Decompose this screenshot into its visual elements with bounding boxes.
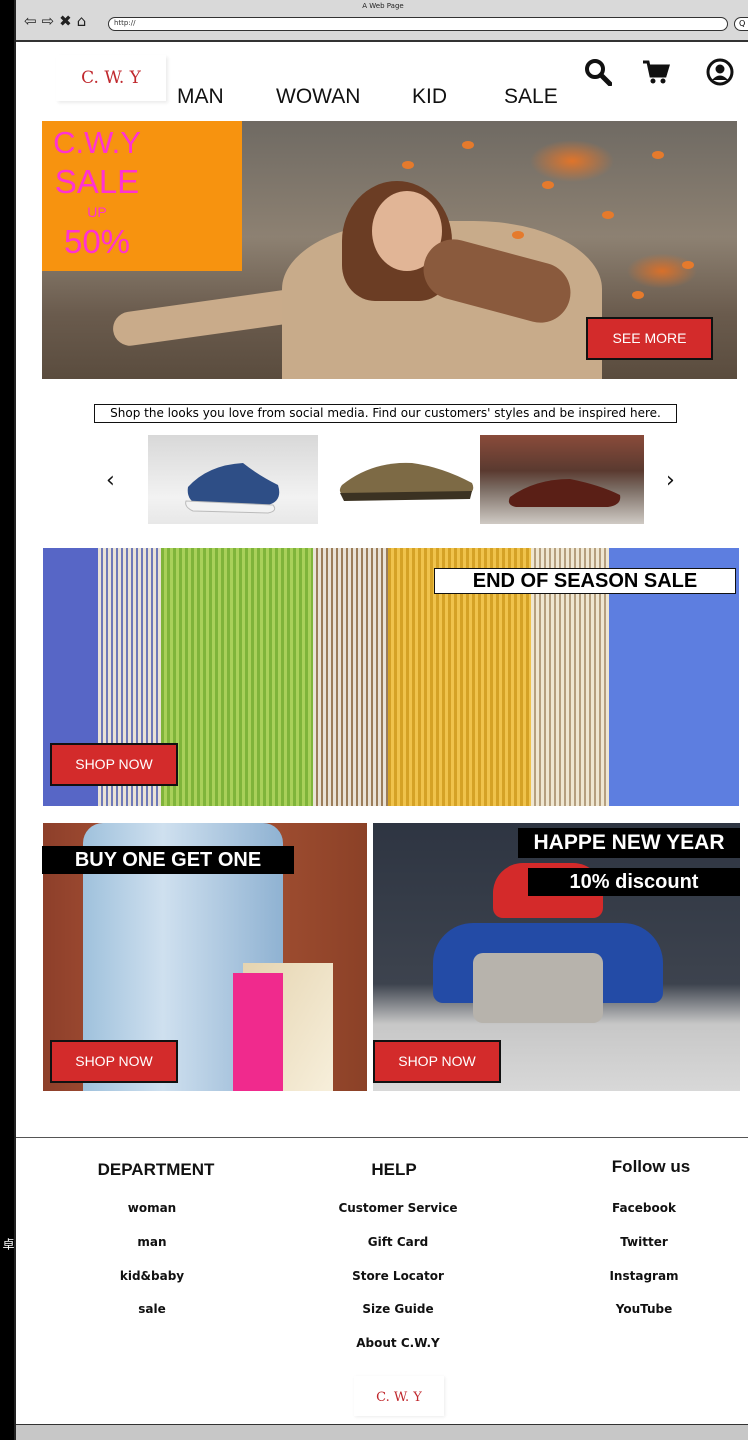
sale-promo-box: C.W.Y SALE UP 50% [42, 121, 242, 271]
browser-search-field[interactable]: Q [734, 17, 748, 31]
status-bar [16, 1424, 748, 1440]
end-of-season-label: END OF SEASON SALE [434, 568, 736, 594]
account-icon[interactable] [706, 58, 734, 86]
sale-up: UP [87, 204, 107, 220]
new-year-label: HAPPE NEW YEAR [518, 828, 740, 858]
footer-link-woman[interactable]: woman [102, 1201, 202, 1215]
sale-brand: C.W.Y [53, 125, 141, 160]
footer-link-store-locator[interactable]: Store Locator [316, 1269, 480, 1283]
footer-follow-title: Follow us [611, 1157, 691, 1176]
carousel-next-icon[interactable]: › [666, 468, 675, 493]
nav-man[interactable]: MAN [177, 85, 224, 109]
nav-sale[interactable]: SALE [504, 85, 558, 109]
nav-kid[interactable]: KID [412, 85, 447, 109]
footer-link-twitter[interactable]: Twitter [594, 1235, 694, 1249]
footer-link-customer-service[interactable]: Customer Service [316, 1201, 480, 1215]
footer-link-about[interactable]: About C.W.Y [316, 1336, 480, 1350]
site-logo[interactable]: C. W. Y [56, 55, 166, 101]
shop-now-button-new-year[interactable]: SHOP NOW [373, 1040, 501, 1083]
footer-link-man[interactable]: man [102, 1235, 202, 1249]
footer-department-title: DEPARTMENT [97, 1160, 215, 1179]
window-title: A Web Page [362, 2, 404, 10]
browser-chrome: A Web Page ⇦ ⇨ ✖ ⌂ http:// Q [16, 0, 748, 42]
footer-link-sale[interactable]: sale [102, 1302, 202, 1316]
social-caption: Shop the looks you love from social medi… [94, 404, 677, 423]
carousel-prev-icon[interactable]: ‹ [106, 468, 115, 493]
shop-now-button-bogo[interactable]: SHOP NOW [50, 1040, 178, 1083]
footer-logo[interactable]: C. W. Y [354, 1376, 444, 1416]
footer-link-gift-card[interactable]: Gift Card [316, 1235, 480, 1249]
see-more-button[interactable]: SEE MORE [586, 317, 713, 360]
footer-link-instagram[interactable]: Instagram [594, 1269, 694, 1283]
shop-now-button-season[interactable]: SHOP NOW [50, 743, 178, 786]
footer-help-title: HELP [371, 1160, 417, 1179]
discount-label: 10% discount [528, 868, 740, 896]
carousel-item-leather-shoe[interactable] [480, 435, 644, 524]
footer-link-facebook[interactable]: Facebook [594, 1201, 694, 1215]
footer-link-size-guide[interactable]: Size Guide [316, 1302, 480, 1316]
footer-link-kid-baby[interactable]: kid&baby [102, 1269, 202, 1283]
browser-window: A Web Page ⇦ ⇨ ✖ ⌂ http:// Q C. W. Y MAN WO… [14, 0, 748, 1440]
sale-percent: 50% [63, 223, 131, 260]
carousel-item-brown-shoe[interactable] [322, 435, 482, 524]
cart-icon[interactable] [642, 58, 670, 86]
close-icon[interactable]: ✖ [59, 12, 73, 30]
forward-icon[interactable]: ⇨ [42, 12, 56, 30]
search-icon[interactable] [584, 58, 612, 86]
nav-woman[interactable]: WOWAN [276, 85, 360, 109]
home-icon[interactable]: ⌂ [77, 12, 88, 30]
carousel-item-blue-sneaker[interactable] [148, 435, 318, 524]
address-bar[interactable]: http:// [108, 17, 728, 31]
sale-heading: SALE [54, 163, 140, 200]
bogo-label: BUY ONE GET ONE [42, 846, 294, 874]
footer-link-youtube[interactable]: YouTube [594, 1302, 694, 1316]
back-icon[interactable]: ⇦ [24, 12, 38, 30]
